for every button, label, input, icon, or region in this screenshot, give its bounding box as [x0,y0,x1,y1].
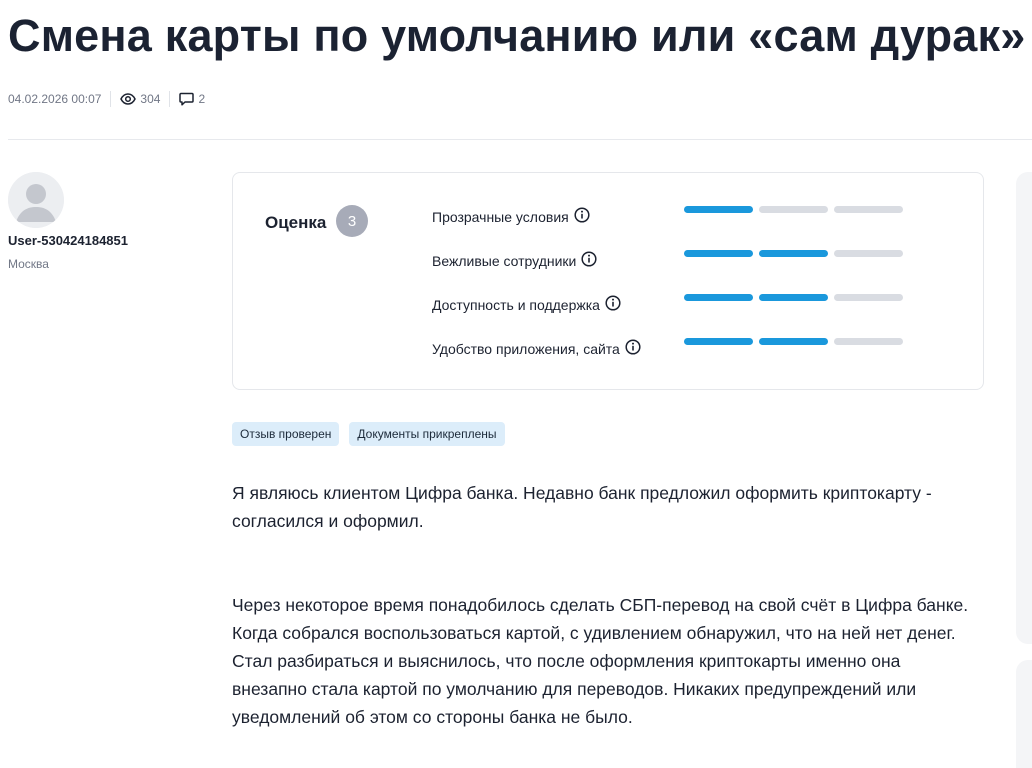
comment-icon [179,92,195,106]
review-paragraph: Я являюсь клиентом Цифра банка. Недавно … [232,483,932,531]
avatar[interactable] [8,172,64,228]
page-title: Смена карты по умолчанию или «сам дурак» [8,10,1026,61]
views-count: 304 [140,92,161,106]
criterion-label: Вежливые сотрудники [432,252,577,269]
rating-score-badge: 3 [336,205,368,237]
criterion-row: Вежливые сотрудники [432,249,912,293]
rating-bar-filled [684,250,753,257]
info-icon[interactable] [581,251,597,270]
publish-date: 04.02.2026 00:07 [8,92,102,106]
criterion-row: Прозрачные условия [432,205,912,249]
comments-count: 2 [198,92,206,106]
meta-divider [169,91,171,107]
author-city: Москва [8,257,49,271]
tag-verified: Отзыв проверен [232,422,340,446]
criterion-bars [684,250,903,257]
info-icon[interactable] [625,339,641,358]
comments-counter[interactable]: 2 [179,92,205,106]
criterion-bars [684,206,903,213]
meta-divider [110,91,112,107]
rating-bar-filled [684,338,753,345]
header-divider [8,139,1032,140]
rating-bar-empty [834,206,903,213]
rating-label: Оценка [265,213,327,232]
eye-icon [120,93,137,105]
sidebar-card [1016,172,1032,644]
criterion-row: Доступность и поддержка [432,293,912,337]
review-body: Я являюсь клиентом Цифра банка. Недавно … [232,479,972,731]
info-icon[interactable] [605,295,621,314]
rating-bar-empty [759,206,828,213]
author-username[interactable]: User-530424184851 [8,233,128,248]
review-tags: Отзыв проверен Документы прикреплены [232,422,505,446]
rating-bar-empty [834,250,903,257]
review-paragraph: Когда собрался воспользоваться картой, с… [232,623,956,727]
review-paragraph: Через некоторое время понадобилось сдела… [232,595,969,615]
rating-bar-empty [834,338,903,345]
criterion-bars [684,338,903,345]
rating-bar-filled [684,206,753,213]
rating-bar-empty [834,294,903,301]
info-icon[interactable] [574,207,590,226]
rating-bar-filled [759,338,828,345]
views-counter: 304 [120,92,160,106]
criterion-row: Удобство приложения, сайта [432,337,912,381]
criterion-bars [684,294,903,301]
criterion-label: Удобство приложения, сайта [432,340,620,357]
rating-bar-filled [759,250,828,257]
sidebar-card [1016,660,1032,768]
rating-bar-filled [759,294,828,301]
criterion-label: Прозрачные условия [432,208,569,225]
rating-card: Оценка 3 Прозрачные условия Вежливые сот… [232,172,984,390]
rating-criteria-list: Прозрачные условия Вежливые сотрудники Д… [432,205,912,381]
article-meta: 04.02.2026 00:07 304 2 [8,90,205,108]
criterion-label: Доступность и поддержка [432,296,600,313]
tag-documents: Документы прикреплены [349,422,505,446]
review-page: Смена карты по умолчанию или «сам дурак»… [0,0,1032,768]
rating-bar-filled [684,294,753,301]
